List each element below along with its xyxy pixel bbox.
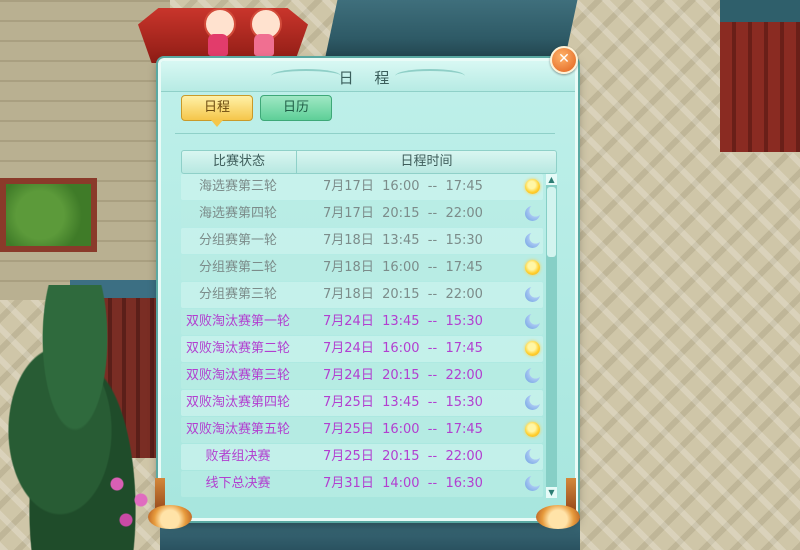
title-swirl-right [395,69,465,83]
match-name: 海选赛第三轮 [198,179,277,194]
match-name: 双败淘汰赛第四轮 [185,395,290,410]
sun-icon [525,260,540,275]
match-time: 7月24日 13:45 -- 15:30 [323,314,483,329]
panel-title: 日 程 [338,69,398,87]
moon-icon [525,476,540,491]
match-time: 7月25日 13:45 -- 15:30 [323,395,483,410]
match-time: 7月18日 13:45 -- 15:30 [323,233,483,248]
match-name: 分组赛第三轮 [198,287,277,302]
match-name: 双败淘汰赛第二轮 [185,341,290,356]
scrollbar-thumb[interactable] [547,187,556,257]
corner-cloud-ornament-left [148,505,192,529]
schedule-panel: 日 程 日程 日历 比赛状态 日程时间 海选赛第三轮 7月17日 16:00 -… [158,58,578,521]
tab-calendar[interactable]: 日历 [260,95,332,121]
match-name: 海选赛第四轮 [198,206,277,221]
schedule-row: 分组赛第二轮 7月18日 16:00 -- 17:45 [181,255,543,281]
moon-icon [525,314,540,329]
schedule-row: 双败淘汰赛第一轮 7月24日 13:45 -- 15:30 [181,309,543,335]
match-time: 7月17日 20:15 -- 22:00 [323,206,483,221]
match-time: 7月24日 16:00 -- 17:45 [323,341,483,356]
close-button[interactable]: ✕ [550,46,578,74]
schedule-row: 双败淘汰赛第五轮 7月25日 16:00 -- 17:45 [181,417,543,443]
moon-icon [525,449,540,464]
schedule-row: 海选赛第三轮 7月17日 16:00 -- 17:45 [181,174,543,200]
match-name: 双败淘汰赛第三轮 [185,368,290,383]
sun-icon [525,341,540,356]
scroll-down-arrow-icon[interactable]: ▼ [546,487,557,498]
tab-schedule[interactable]: 日程 [181,95,253,127]
match-time: 7月24日 20:15 -- 22:00 [323,368,483,383]
corner-cloud-ornament-right [536,505,580,529]
match-time: 7月17日 16:00 -- 17:45 [323,179,483,194]
schedule-scrollbar[interactable]: ▲ ▼ [546,174,557,498]
chibi-character-left [200,8,236,58]
match-time: 7月18日 20:15 -- 22:00 [323,287,483,302]
moon-icon [525,395,540,410]
match-name: 双败淘汰赛第五轮 [185,422,290,437]
panel-title-bar: 日 程 [161,61,575,92]
background-roof-bottom [160,518,580,550]
tab-divider [175,133,555,134]
moon-icon [525,368,540,383]
sun-icon [525,179,540,194]
schedule-row: 海选赛第四轮 7月17日 20:15 -- 22:00 [181,201,543,227]
sun-icon [525,422,540,437]
chibi-body [208,34,228,56]
match-time: 7月25日 16:00 -- 17:45 [323,422,483,437]
moon-icon [525,206,540,221]
schedule-table-header: 比赛状态 日程时间 [181,150,557,174]
match-time: 7月25日 20:15 -- 22:00 [323,449,483,464]
schedule-row: 双败淘汰赛第四轮 7月25日 13:45 -- 15:30 [181,390,543,416]
moon-icon [525,287,540,302]
header-match-status: 比赛状态 [182,151,297,173]
schedule-row: 分组赛第三轮 7月18日 20:15 -- 22:00 [181,282,543,308]
schedule-row: 双败淘汰赛第三轮 7月24日 20:15 -- 22:00 [181,363,543,389]
match-name: 分组赛第一轮 [198,233,277,248]
match-time: 7月18日 16:00 -- 17:45 [323,260,483,275]
match-name: 双败淘汰赛第一轮 [185,314,290,329]
moon-icon [525,233,540,248]
header-schedule-time: 日程时间 [400,154,453,169]
schedule-row: 败者组决赛 7月25日 20:15 -- 22:00 [181,444,543,470]
chibi-body [254,34,274,56]
match-name: 线下总决赛 [205,476,271,491]
match-name: 败者组决赛 [205,449,271,464]
background-building-right [720,0,800,152]
schedule-row: 双败淘汰赛第二轮 7月24日 16:00 -- 17:45 [181,336,543,362]
scroll-up-arrow-icon[interactable]: ▲ [546,174,557,185]
match-time: 7月31日 14:00 -- 16:30 [323,476,483,491]
schedule-row: 线下总决赛 7月31日 14:00 -- 16:30 [181,471,543,497]
chibi-character-right [246,8,282,58]
background-garden [0,178,97,252]
schedule-row: 分组赛第一轮 7月18日 13:45 -- 15:30 [181,228,543,254]
match-name: 分组赛第二轮 [198,260,277,275]
schedule-rows: 海选赛第三轮 7月17日 16:00 -- 17:45 海选赛第四轮 7月17日… [181,174,543,498]
